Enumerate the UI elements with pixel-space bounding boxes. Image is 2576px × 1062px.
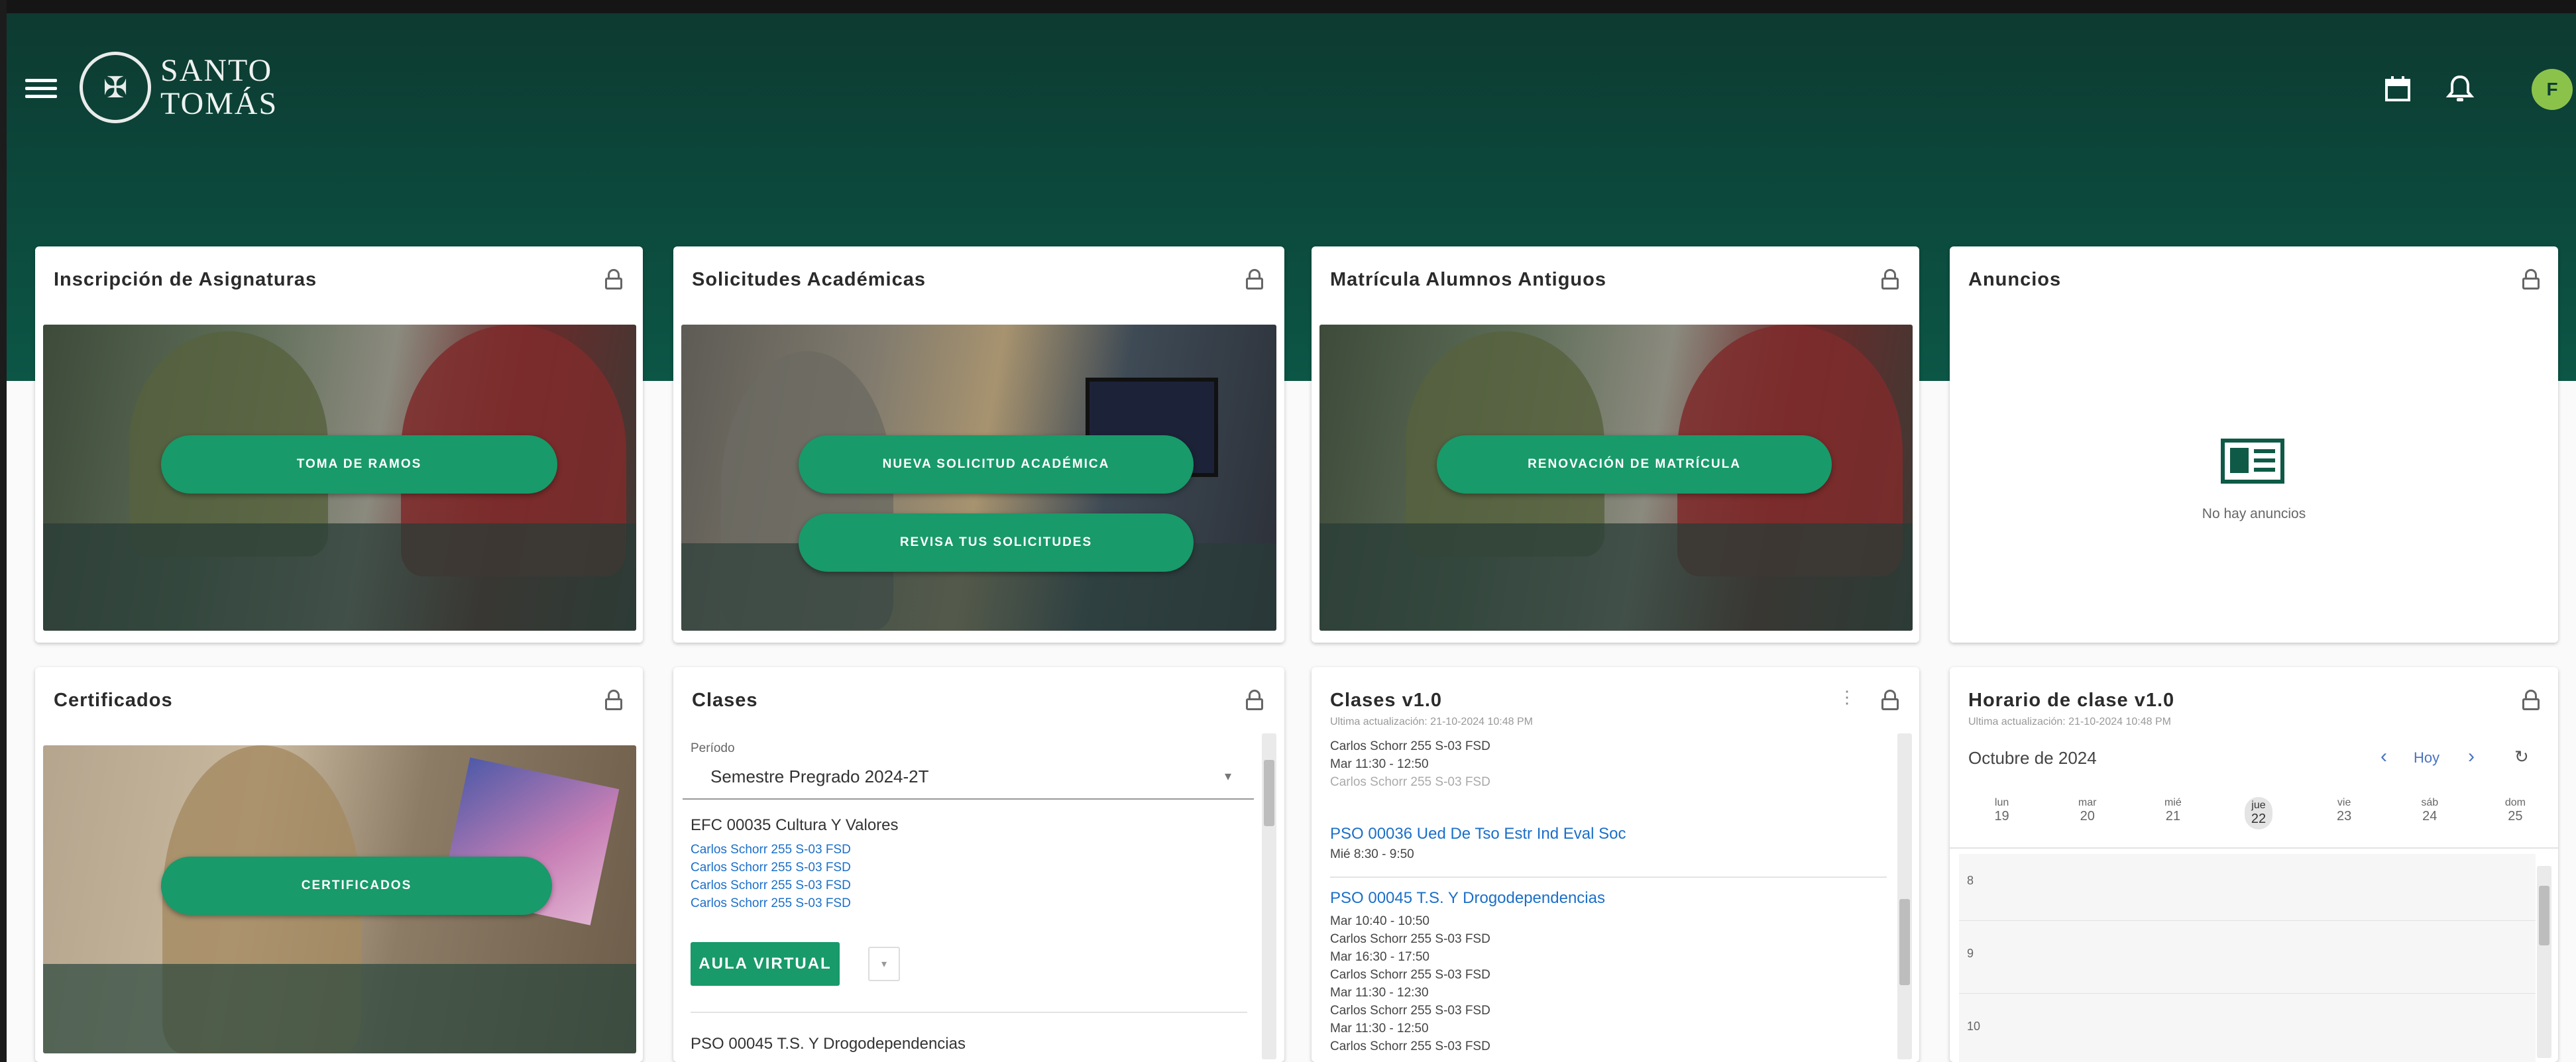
course-title: PSO 00045 T.S. Y Drogodependencias: [691, 1035, 966, 1053]
card-anuncios: Anuncios No hay anuncios: [1950, 246, 2558, 643]
chevron-right-icon[interactable]: ›: [2468, 745, 2475, 768]
room-line[interactable]: Carlos Schorr 255 S-03 FSD: [691, 894, 851, 912]
time-grid: 8 9 10: [1959, 854, 2536, 1062]
day-header-today[interactable]: jue 22: [2215, 797, 2301, 843]
card-title: Clases v1.0: [1330, 690, 1443, 711]
schedule-line: Carlos Schorr 255 S-03 FSD: [1330, 739, 1490, 753]
period-label: Período: [691, 741, 735, 755]
schedule-line: Carlos Schorr 255 S-03 FSD: [1330, 775, 1490, 789]
day-header[interactable]: mar 20: [2044, 797, 2130, 843]
santo-tomas-logo[interactable]: ✠ SANTO TOMÁS: [80, 52, 278, 123]
card-solicitudes-academicas: Solicitudes Académicas NUEVA SOLICITUD A…: [673, 246, 1284, 643]
logo-text: SANTO TOMÁS: [160, 54, 278, 121]
scrollbar[interactable]: [1897, 733, 1912, 1059]
schedule-line: Carlos Schorr 255 S-03 FSD: [1330, 1004, 1490, 1018]
toma-de-ramos-button[interactable]: TOMA DE RAMOS: [161, 435, 557, 494]
card-certificados: Certificados CERTIFICADOS: [35, 667, 643, 1062]
divider: [691, 1012, 1247, 1013]
month-label: Octubre de 2024: [1968, 748, 2097, 768]
lock-icon[interactable]: [2521, 269, 2541, 290]
logo-line-1: SANTO: [160, 53, 273, 88]
more-icon[interactable]: ▾: [868, 947, 900, 981]
card-clases: Clases Período Semestre Pregrado 2024-2T…: [673, 667, 1284, 1062]
card-title: Certificados: [54, 690, 173, 711]
renovacion-matricula-button[interactable]: RENOVACIÓN DE MATRÍCULA: [1437, 435, 1832, 494]
course-rooms: Carlos Schorr 255 S-03 FSD Carlos Schorr…: [691, 841, 851, 912]
room-line[interactable]: Carlos Schorr 255 S-03 FSD: [691, 859, 851, 876]
logo-line-2: TOMÁS: [160, 86, 278, 121]
lock-icon[interactable]: [1880, 690, 1900, 711]
room-line[interactable]: Carlos Schorr 255 S-03 FSD: [691, 876, 851, 894]
lock-icon[interactable]: [2521, 690, 2541, 711]
card-title: Solicitudes Académicas: [692, 269, 926, 290]
lock-icon[interactable]: [604, 269, 624, 290]
card-title: Matrícula Alumnos Antiguos: [1330, 269, 1606, 290]
hour-label: 10: [1967, 1020, 1981, 1033]
today-button[interactable]: Hoy: [2414, 749, 2439, 767]
period-value: Semestre Pregrado 2024-2T: [710, 767, 929, 786]
certificados-button[interactable]: CERTIFICADOS: [161, 857, 552, 915]
logo-seal-icon: ✠: [80, 52, 151, 123]
chevron-down-icon: ▾: [1225, 769, 1232, 784]
period-select[interactable]: Período Semestre Pregrado 2024-2T ▾: [683, 733, 1254, 800]
card-title: Horario de clase v1.0: [1968, 690, 2175, 711]
avatar[interactable]: F: [2532, 69, 2573, 110]
lock-icon[interactable]: [1245, 690, 1264, 711]
card-clases-v1: Clases v1.0 ⋮ Ultima actualización: 21-1…: [1312, 667, 1919, 1062]
divider: [1330, 876, 1887, 878]
course-time: Mié 8:30 - 9:50: [1330, 847, 1414, 861]
card-inscripcion-asignaturas: Inscripción de Asignaturas TOMA DE RAMOS: [35, 246, 643, 643]
day-header[interactable]: lun 19: [1959, 797, 2044, 843]
schedule-line: Mar 11:30 - 12:30: [1330, 986, 1429, 1000]
schedule-line: Mar 16:30 - 17:50: [1330, 950, 1429, 964]
course-link[interactable]: PSO 00036 Ued De Tso Estr Ind Eval Soc: [1330, 825, 1626, 843]
schedule-lines: Mar 10:40 - 10:50 Carlos Schorr 255 S-03…: [1330, 912, 1490, 1055]
week-days: lun 19 mar 20 mié 21 jue 22 vie 23 sáb 24 dom 2…: [1959, 797, 2558, 843]
course-link[interactable]: PSO 00045 T.S. Y Drogodependencias: [1330, 889, 1605, 908]
card-title: Clases: [692, 690, 758, 711]
scrollbar[interactable]: [2537, 866, 2551, 1058]
window-left-edge: [0, 0, 7, 1062]
card-matricula-alumnos-antiguos: Matrícula Alumnos Antiguos RENOVACIÓN DE…: [1312, 246, 1919, 643]
nueva-solicitud-button[interactable]: NUEVA SOLICITUD ACADÉMICA: [799, 435, 1194, 494]
schedule-lines: Carlos Schorr 255 S-03 FSD Mar 11:30 - 1…: [1330, 737, 1490, 791]
schedule-line: Mar 11:30 - 12:50: [1330, 757, 1429, 771]
bell-icon[interactable]: [2445, 73, 2475, 105]
schedule-line: Carlos Schorr 255 S-03 FSD: [1330, 1039, 1490, 1053]
lock-icon[interactable]: [1245, 269, 1264, 290]
schedule-line: Carlos Schorr 255 S-03 FSD: [1330, 968, 1490, 982]
aula-virtual-button[interactable]: AULA VIRTUAL: [691, 942, 840, 986]
lock-icon[interactable]: [604, 690, 624, 711]
revisa-solicitudes-button[interactable]: REVISA TUS SOLICITUDES: [799, 513, 1194, 572]
lock-icon[interactable]: [1880, 269, 1900, 290]
schedule-line: Mar 10:40 - 10:50: [1330, 914, 1429, 928]
hour-label: 9: [1967, 947, 1974, 960]
empty-announcements-text: No hay anuncios: [2202, 506, 2306, 521]
day-header[interactable]: sáb 24: [2387, 797, 2473, 843]
hour-label: 8: [1967, 874, 1974, 887]
day-header[interactable]: dom 25: [2473, 797, 2558, 843]
schedule-line: Carlos Schorr 255 S-03 FSD: [1330, 932, 1490, 946]
calendar-icon[interactable]: [2383, 74, 2412, 103]
window-top-bar: [0, 0, 2576, 13]
divider: [1950, 847, 2558, 849]
room-line[interactable]: Carlos Schorr 255 S-03 FSD: [691, 841, 851, 859]
last-update-text: Ultima actualización: 21-10-2024 10:48 P…: [1968, 716, 2171, 727]
card-title: Inscripción de Asignaturas: [54, 269, 317, 290]
menu-icon[interactable]: [25, 74, 57, 103]
schedule-line: Mar 11:30 - 12:50: [1330, 1022, 1429, 1035]
more-vert-icon[interactable]: ⋮: [1838, 687, 1856, 708]
newspaper-icon: [2221, 439, 2284, 484]
refresh-icon[interactable]: ↻: [2514, 747, 2529, 767]
scrollbar[interactable]: [1262, 733, 1276, 1059]
chevron-left-icon[interactable]: ‹: [2380, 745, 2387, 768]
day-header[interactable]: vie 23: [2302, 797, 2387, 843]
last-update-text: Ultima actualización: 21-10-2024 10:48 P…: [1330, 716, 1533, 727]
course-title: EFC 00035 Cultura Y Valores: [691, 816, 899, 834]
card-title: Anuncios: [1968, 269, 2062, 290]
day-header[interactable]: mié 21: [2130, 797, 2215, 843]
card-horario-de-clase: Horario de clase v1.0 Ultima actualizaci…: [1950, 667, 2558, 1062]
